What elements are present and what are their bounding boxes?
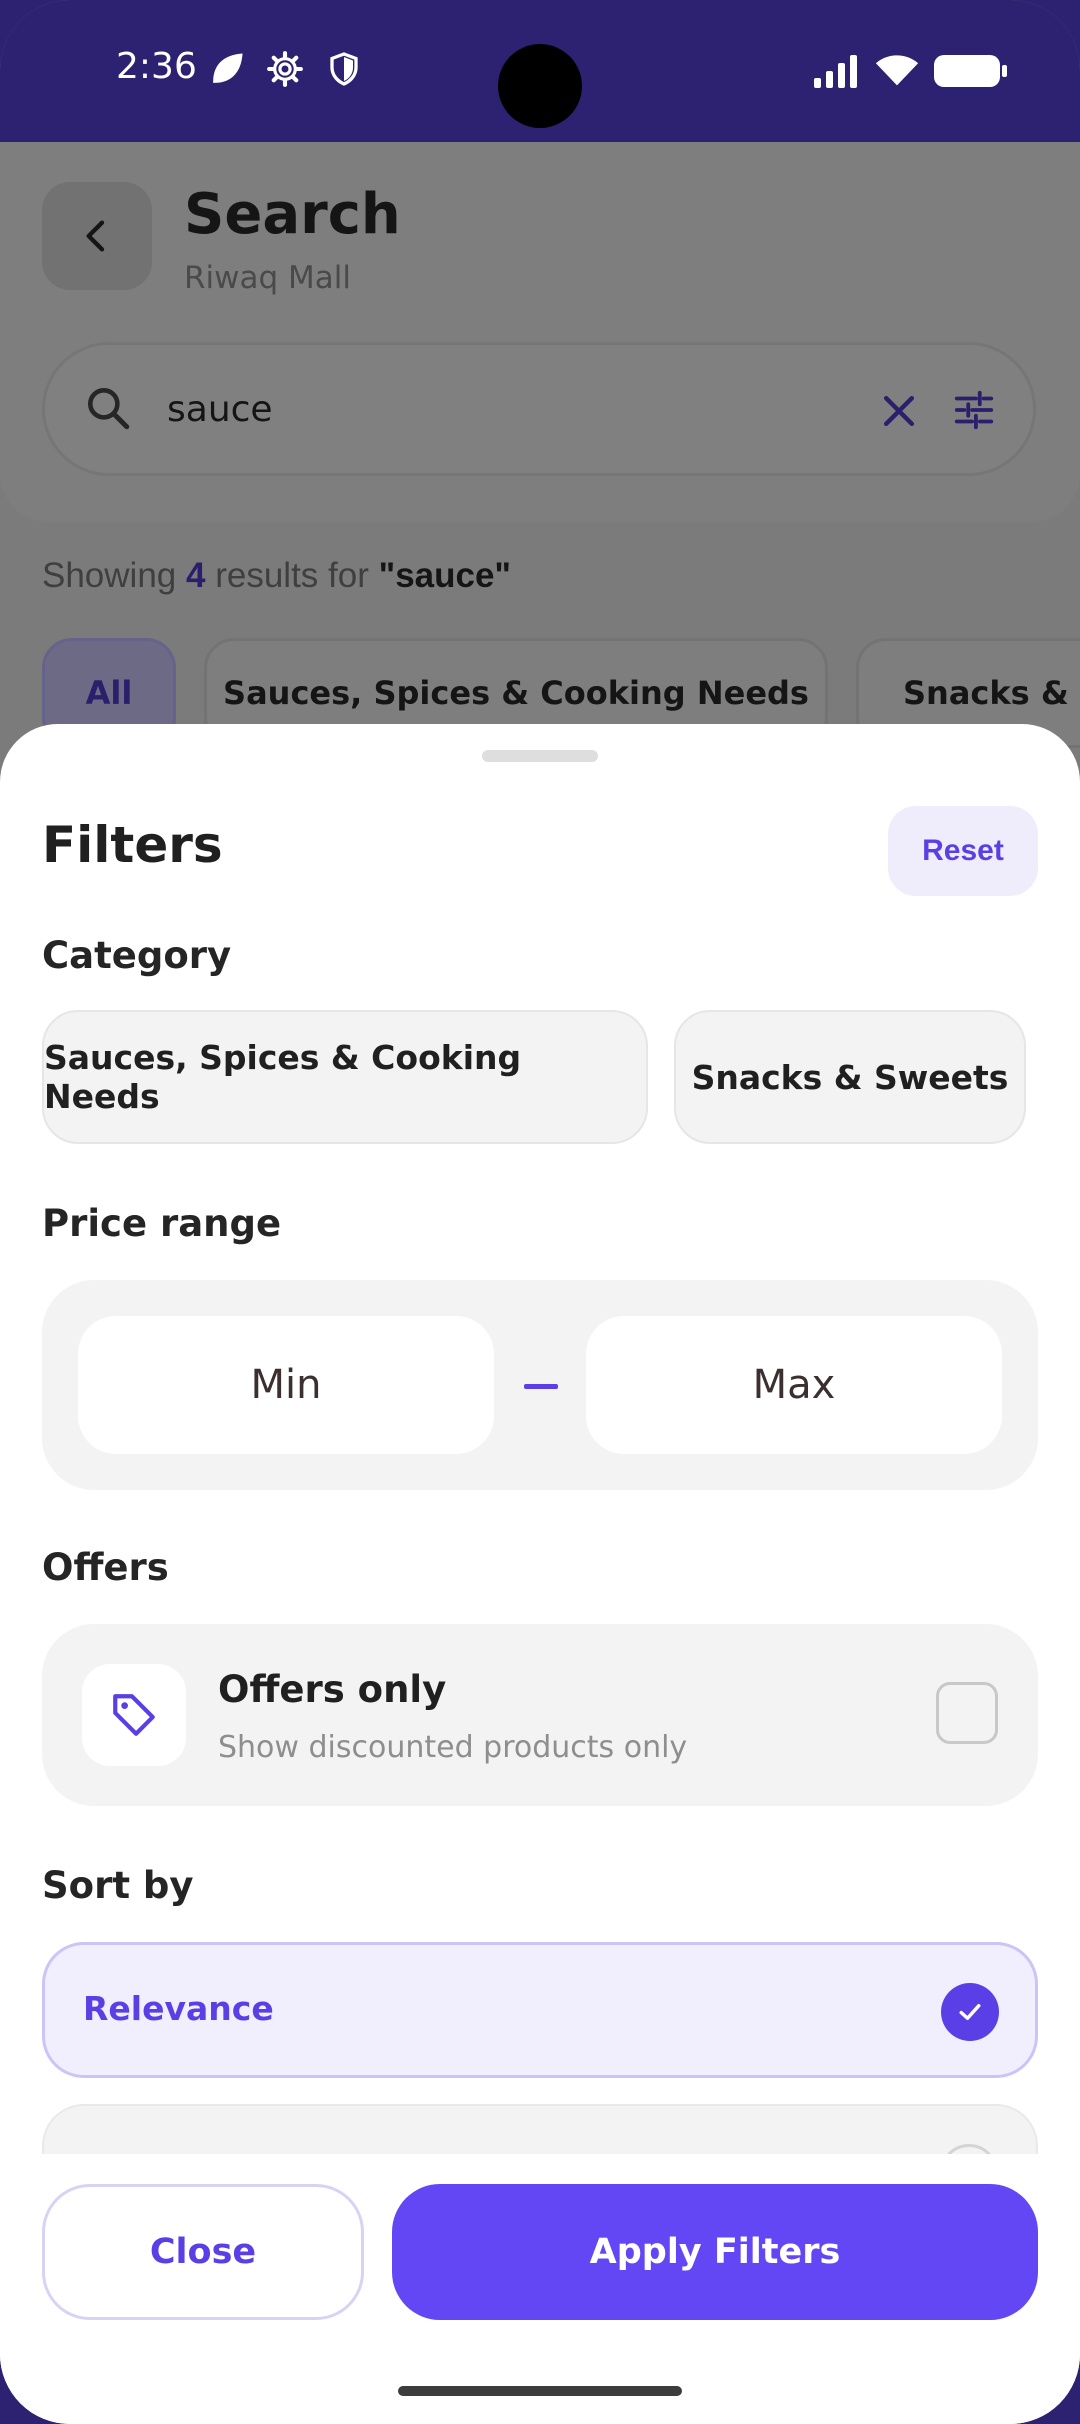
category-label: Category xyxy=(42,934,232,977)
chevron-left-icon xyxy=(86,220,105,252)
screen: 2:36 Search Riwaq Mall sauce Showing 4 r… xyxy=(0,0,1080,2424)
filters-sheet: Filters Reset Category Sauces, Spices & … xyxy=(0,724,1080,2424)
battery-icon xyxy=(934,54,1008,92)
gear-icon xyxy=(266,50,304,92)
sort-option-relevance[interactable]: Relevance xyxy=(42,1942,1038,2078)
min-price-input[interactable] xyxy=(78,1316,494,1454)
max-price-input[interactable] xyxy=(586,1316,1002,1454)
wifi-icon xyxy=(874,52,920,92)
check-icon xyxy=(941,1983,999,2041)
shield-icon xyxy=(326,50,362,92)
signal-icon xyxy=(814,54,860,92)
search-icon xyxy=(83,383,133,437)
search-input[interactable]: sauce xyxy=(42,342,1036,476)
sort-option-label: Relevance xyxy=(83,1989,274,2028)
offers-only-checkbox[interactable] xyxy=(936,1682,998,1744)
results-query: "sauce" xyxy=(378,556,512,595)
offers-only-subtitle: Show discounted products only xyxy=(218,1730,688,1765)
category-chip-sauces[interactable]: Sauces, Spices & Cooking Needs xyxy=(42,1010,648,1144)
price-range-label: Price range xyxy=(42,1202,282,1245)
filter-sliders-icon[interactable] xyxy=(951,387,997,437)
clear-icon[interactable] xyxy=(877,389,921,437)
status-bar: 2:36 xyxy=(0,0,1080,142)
price-range-box xyxy=(42,1280,1038,1490)
sheet-drag-handle[interactable] xyxy=(482,750,598,762)
store-name: Riwaq Mall xyxy=(184,260,352,296)
sheet-title: Filters xyxy=(42,816,223,874)
results-summary: Showing 4 results for "sauce" xyxy=(42,556,511,596)
range-dash xyxy=(524,1384,558,1389)
back-button[interactable] xyxy=(42,182,152,290)
offers-only-title: Offers only xyxy=(218,1668,447,1711)
results-middle: results for xyxy=(215,556,369,595)
sheet-footer: Close Apply Filters xyxy=(0,2154,1080,2424)
page-title: Search xyxy=(184,182,401,247)
apply-filters-button[interactable]: Apply Filters xyxy=(392,2184,1038,2320)
home-indicator[interactable] xyxy=(398,2386,682,2396)
tag-icon xyxy=(82,1664,186,1766)
search-header: Search Riwaq Mall sauce xyxy=(0,142,1080,522)
offers-only-row[interactable]: Offers only Show discounted products onl… xyxy=(42,1624,1038,1806)
category-chip-snacks[interactable]: Snacks & Sweets xyxy=(674,1010,1026,1144)
reset-button[interactable]: Reset xyxy=(888,806,1038,896)
offers-label: Offers xyxy=(42,1546,169,1589)
close-button[interactable]: Close xyxy=(42,2184,364,2320)
results-prefix: Showing xyxy=(42,556,177,595)
status-time: 2:36 xyxy=(116,46,197,87)
front-camera xyxy=(498,44,582,128)
results-count: 4 xyxy=(186,556,206,595)
leaf-icon xyxy=(208,50,246,92)
sort-by-label: Sort by xyxy=(42,1864,194,1907)
search-query: sauce xyxy=(167,389,273,430)
